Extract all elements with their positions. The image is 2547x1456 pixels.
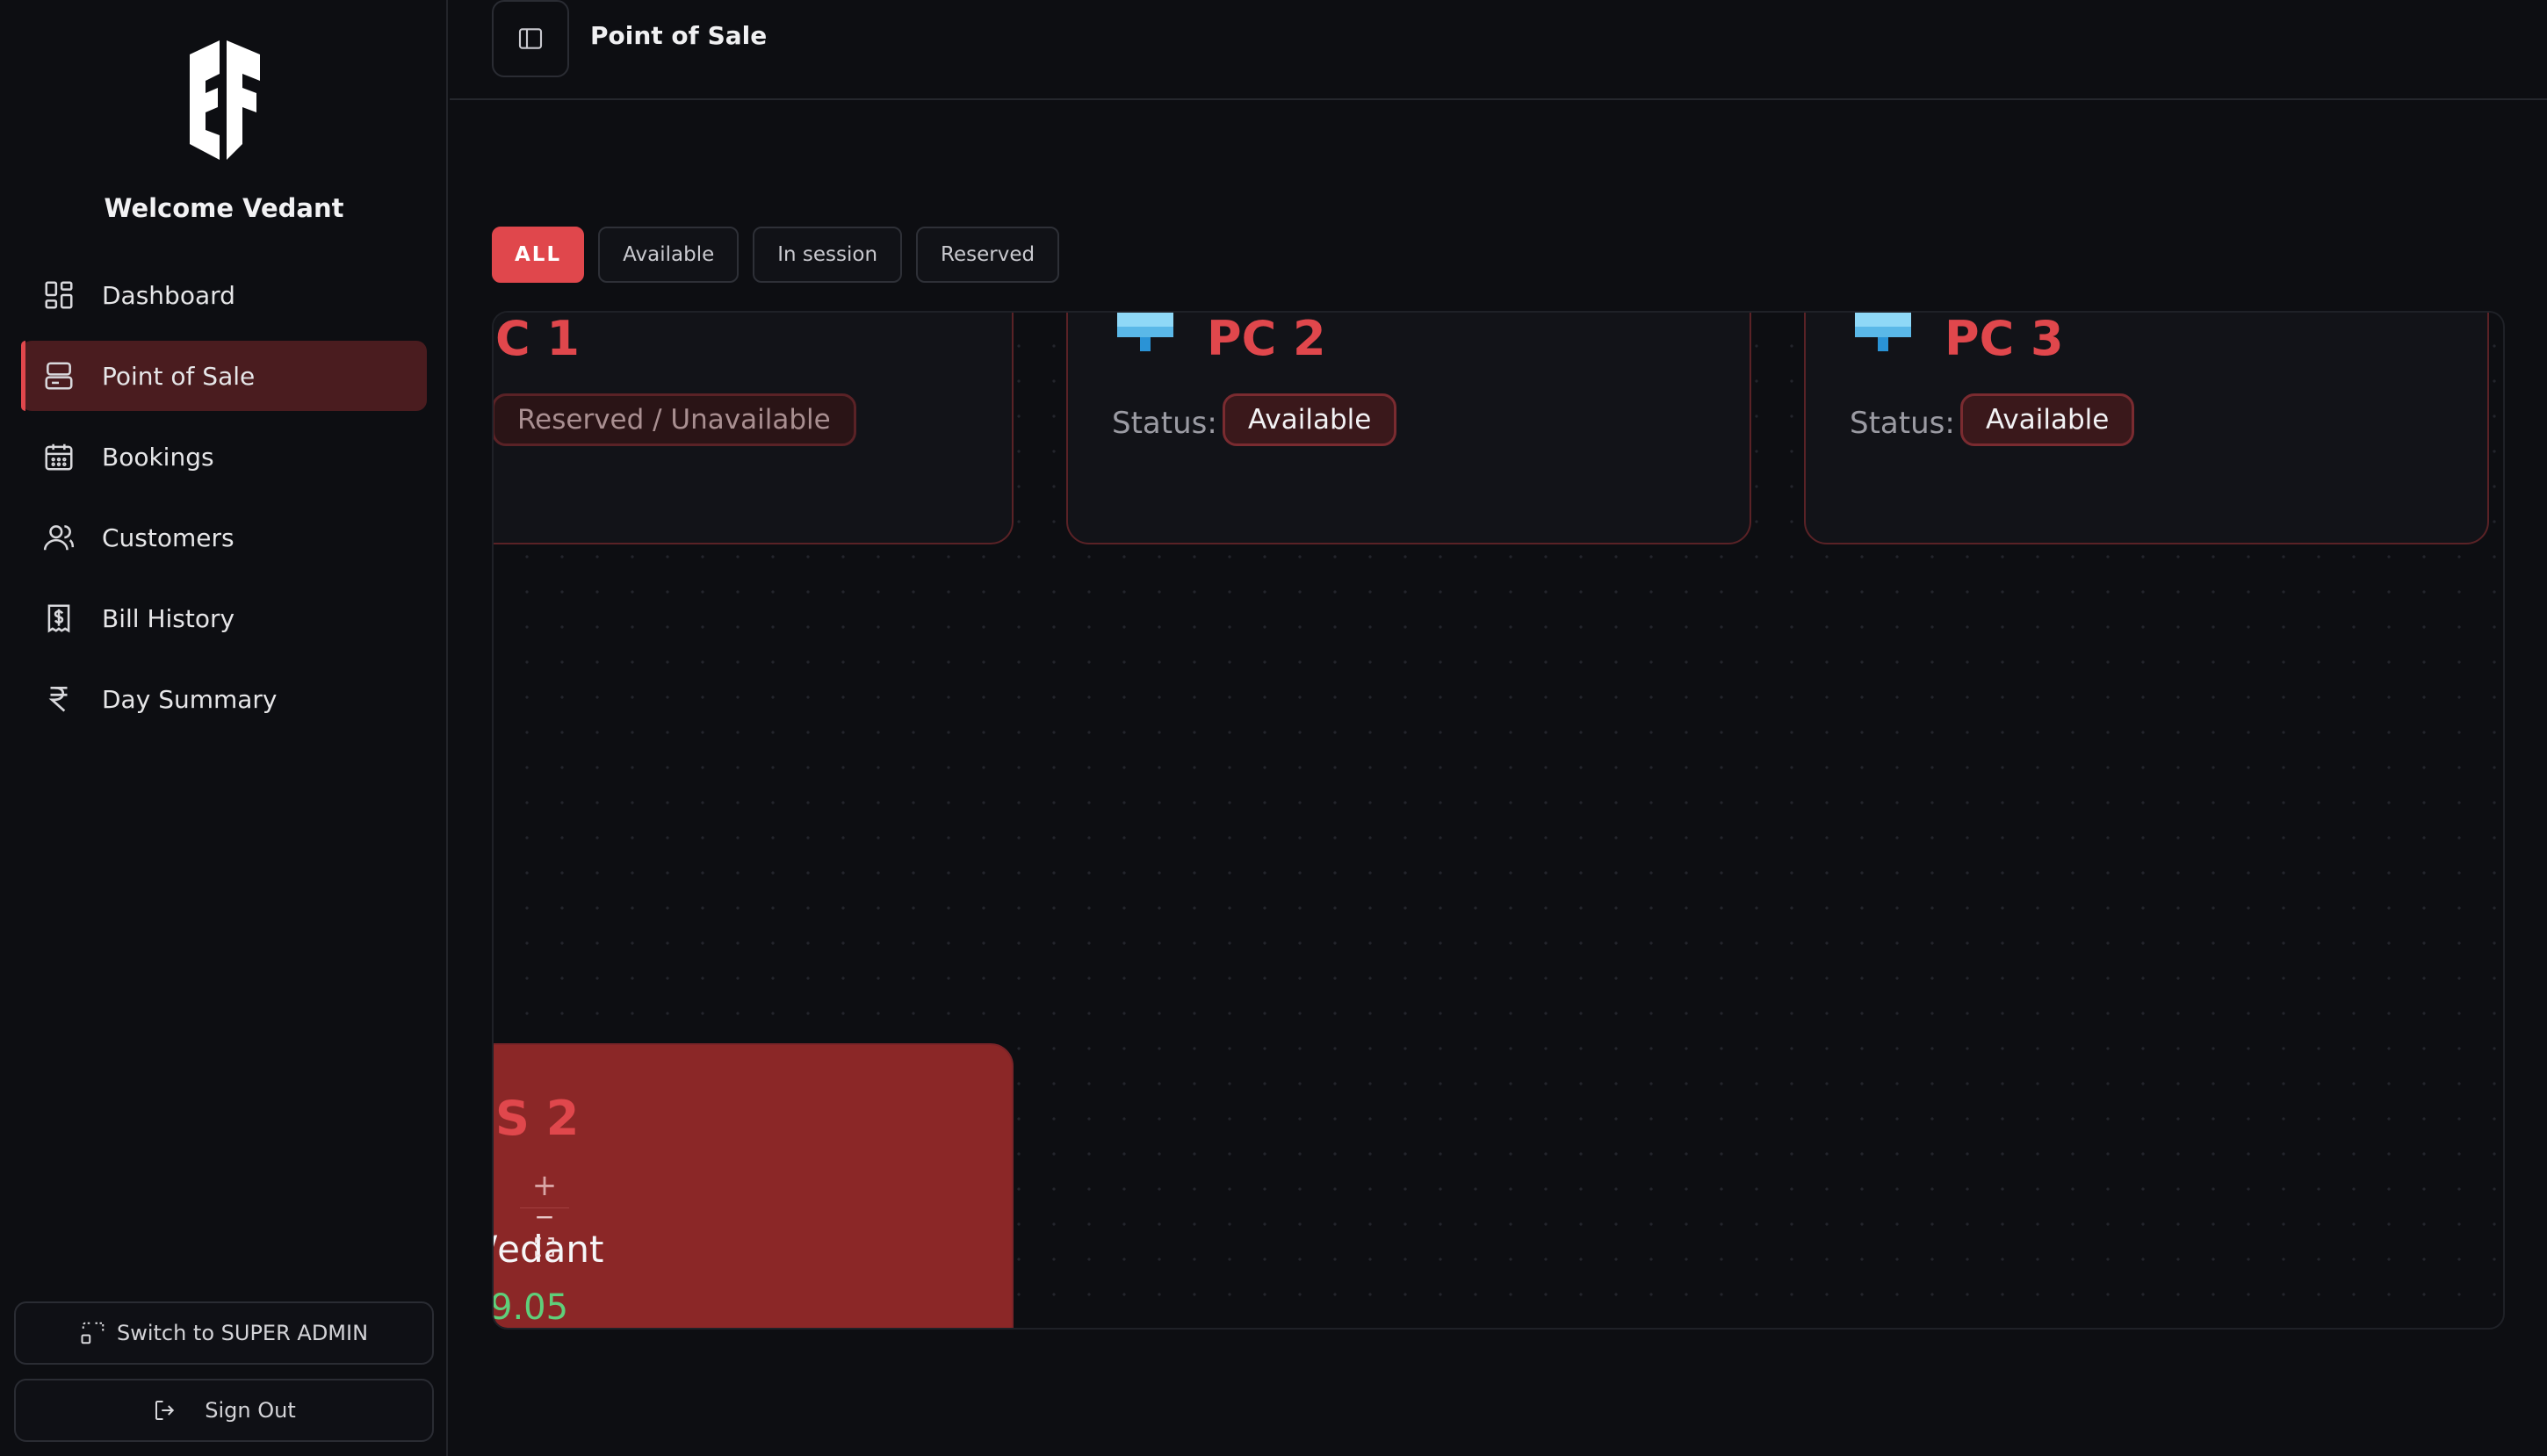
sidebar-nav: Dashboard Point of Sale Bookings Custome… [21, 260, 427, 745]
sidebar-item-customers[interactable]: Customers [21, 502, 427, 573]
dashboard-icon [45, 281, 73, 309]
status-label: Status: [1112, 406, 1217, 441]
status-label: Status: [1850, 406, 1955, 441]
session-amount: 9.05 [492, 1287, 569, 1328]
fit-view-button[interactable] [520, 1226, 569, 1268]
station-card-pc-3[interactable]: PC 3 Status: Available [1804, 311, 2489, 544]
sidebar-item-label: Customers [102, 523, 234, 552]
sidebar-item-bookings[interactable]: Bookings [21, 422, 427, 492]
sidebar-item-bill-history[interactable]: Bill History [21, 583, 427, 653]
sidebar-item-day-summary[interactable]: Day Summary [21, 664, 427, 734]
station-name: PC 2 [1207, 311, 1326, 366]
status-filter-bar: ALL Available In session Reserved [492, 227, 1060, 283]
status-badge: Available [1223, 393, 1397, 446]
switch-user-icon [81, 1322, 105, 1344]
station-canvas[interactable]: C 1 Reserved / Unavailable PC 2 Status: … [492, 311, 2505, 1330]
station-name: PC 3 [1945, 311, 2064, 366]
logout-icon [155, 1401, 175, 1420]
filter-available[interactable]: Available [598, 227, 740, 283]
pos-icon [45, 362, 73, 390]
status-badge: Reserved / Unavailable [494, 393, 856, 446]
top-header: Point of Sale [450, 0, 2547, 100]
monitor-icon [1855, 313, 1911, 351]
page-title: Point of Sale [590, 21, 768, 50]
station-card-pc-1[interactable]: C 1 Reserved / Unavailable [494, 311, 1014, 544]
filter-reserved[interactable]: Reserved [916, 227, 1060, 283]
sidebar-panel-icon [518, 28, 543, 49]
monitor-icon [1117, 313, 1173, 351]
filter-all[interactable]: ALL [492, 227, 585, 283]
sidebar-item-label: Bookings [102, 442, 214, 472]
calendar-icon [45, 443, 73, 471]
sidebar-item-label: Day Summary [102, 684, 278, 714]
sign-out-button[interactable]: Sign Out [14, 1379, 434, 1442]
canvas-zoom-controls: + − [520, 1163, 569, 1268]
receipt-icon [47, 604, 70, 633]
sidebar-item-label: Dashboard [102, 280, 235, 310]
switch-role-label: Switch to SUPER ADMIN [116, 1321, 369, 1345]
station-name: C 1 [495, 311, 581, 366]
fit-view-icon [535, 1237, 554, 1257]
sidebar-item-label: Bill History [102, 603, 235, 633]
sign-out-label: Sign Out [205, 1398, 296, 1423]
status-badge: Available [1960, 393, 2135, 446]
station-card-pc-2[interactable]: PC 2 Status: Available [1066, 311, 1751, 544]
filter-in-session[interactable]: In session [753, 227, 903, 283]
brand-logo [190, 40, 260, 160]
rupee-icon [48, 686, 68, 712]
station-name: S 2 [495, 1091, 580, 1146]
switch-role-button[interactable]: Switch to SUPER ADMIN [14, 1301, 434, 1365]
welcome-text: Welcome Vedant [104, 193, 344, 223]
sidebar: Welcome Vedant Dashboard Point of Sale B… [0, 0, 448, 1456]
users-icon [43, 525, 75, 551]
sidebar-item-label: Point of Sale [102, 361, 256, 391]
sidebar-item-point-of-sale[interactable]: Point of Sale [21, 341, 427, 411]
zoom-out-button[interactable]: − [520, 1205, 569, 1229]
sidebar-toggle-button[interactable] [492, 0, 569, 77]
session-card-ps-2[interactable]: S 2 /edant 9.05 [492, 1043, 1014, 1328]
sidebar-item-dashboard[interactable]: Dashboard [21, 260, 427, 330]
